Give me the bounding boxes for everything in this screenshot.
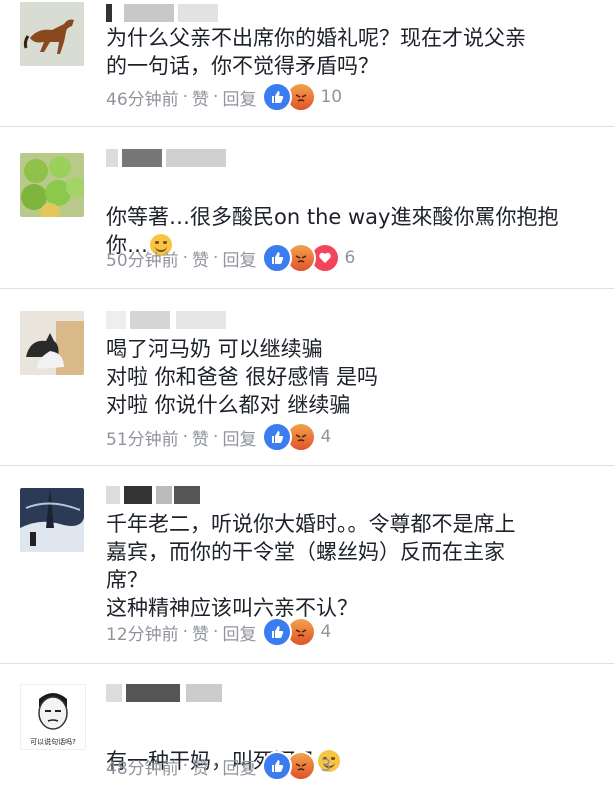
- like-reaction-icon: [262, 751, 293, 781]
- commenter-name-redacted[interactable]: [106, 149, 236, 167]
- separator-dot: ·: [182, 622, 189, 642]
- reactions-summary[interactable]: 4: [262, 617, 331, 647]
- separator-dot: ·: [213, 622, 219, 642]
- like-reaction-icon: [262, 82, 293, 112]
- reaction-count: 6: [344, 248, 356, 268]
- separator-dot: ·: [213, 87, 219, 107]
- like-reaction-icon: [262, 243, 293, 273]
- commenter-name-redacted[interactable]: [106, 486, 236, 504]
- reaction-count: 3: [320, 756, 332, 776]
- comment-meta: 50分钟前 · 赞 · 回复 6: [106, 243, 355, 273]
- cat-image: [20, 311, 84, 375]
- reactions-summary[interactable]: 10: [262, 82, 342, 112]
- like-button[interactable]: 赞: [192, 620, 209, 645]
- timestamp: 50分钟前: [106, 250, 179, 271]
- avatar-caption: 可以说句话吗?: [30, 738, 76, 746]
- limes-image: [20, 153, 84, 217]
- separator-dot: ·: [182, 248, 189, 268]
- timestamp: 46分钟前: [106, 89, 179, 110]
- comment-meta: 12分钟前 · 赞 · 回复 4: [106, 617, 331, 647]
- separator-dot: ·: [182, 427, 189, 447]
- comment-5: 可以说句话吗? 有一种干妈，叫死河马 48分钟前 · 赞 · 回复 3: [0, 664, 614, 800]
- separator-dot: ·: [213, 248, 219, 268]
- avatar-cat[interactable]: [20, 311, 84, 375]
- timestamp: 48分钟前: [106, 758, 179, 779]
- comment-3: 喝了河马奶 可以继续骗 对啦 你和爸爸 很好感情 是吗 对啦 你说什么都对 继续…: [0, 289, 614, 466]
- separator-dot: ·: [182, 87, 189, 107]
- commenter-name-redacted[interactable]: [106, 311, 236, 329]
- like-button[interactable]: 赞: [192, 85, 209, 110]
- reply-button[interactable]: 回复: [222, 85, 256, 110]
- timestamp: 51分钟前: [106, 429, 179, 450]
- reply-button[interactable]: 回复: [222, 620, 256, 645]
- separator-dot: ·: [213, 427, 219, 447]
- reactions-summary[interactable]: 3: [262, 751, 331, 781]
- comment-2: 你等著…很多酸民on the way進來酸你罵你抱抱 你… 50分钟前 · 赞 …: [0, 127, 614, 289]
- like-button[interactable]: 赞: [192, 425, 209, 450]
- comment-text: 千年老二，听说你大婚时。。令尊都不是席上 嘉宾，而你的干令堂（螺丝妈）反而在主家…: [106, 512, 516, 620]
- horse-image: [20, 2, 84, 66]
- avatar-horse[interactable]: [20, 2, 84, 66]
- reply-button[interactable]: 回复: [222, 425, 256, 450]
- like-button[interactable]: 赞: [192, 246, 209, 271]
- separator-dot: ·: [182, 756, 189, 776]
- reply-button[interactable]: 回复: [222, 246, 256, 271]
- avatar-limes[interactable]: [20, 153, 84, 217]
- avatar-meme[interactable]: 可以说句话吗?: [20, 684, 86, 750]
- like-reaction-icon: [262, 422, 293, 452]
- separator-dot: ·: [213, 756, 219, 776]
- comment-4: 千年老二，听说你大婚时。。令尊都不是席上 嘉宾，而你的干令堂（螺丝妈）反而在主家…: [0, 466, 614, 664]
- reaction-count: 4: [320, 622, 332, 642]
- reaction-count: 10: [320, 87, 343, 107]
- like-button[interactable]: 赞: [192, 754, 209, 779]
- reply-button[interactable]: 回复: [222, 754, 256, 779]
- comment-meta: 48分钟前 · 赞 · 回复 3: [106, 751, 331, 781]
- reactions-summary[interactable]: 6: [262, 243, 355, 273]
- reactions-summary[interactable]: 4: [262, 422, 331, 452]
- snow-image: [20, 488, 84, 552]
- like-reaction-icon: [262, 617, 293, 647]
- comment-text: 为什么父亲不出席你的婚礼呢？现在才说父亲 的一句话，你不觉得矛盾吗？: [106, 26, 526, 78]
- commenter-name-redacted[interactable]: [106, 684, 236, 702]
- comment-1: 为什么父亲不出席你的婚礼呢？现在才说父亲 的一句话，你不觉得矛盾吗？ 46分钟前…: [0, 0, 614, 127]
- commenter-name-redacted[interactable]: [106, 4, 236, 22]
- comment-meta: 51分钟前 · 赞 · 回复 4: [106, 422, 331, 452]
- comment-text: 喝了河马奶 可以继续骗 对啦 你和爸爸 很好感情 是吗 对啦 你说什么都对 继续…: [106, 337, 379, 417]
- timestamp: 12分钟前: [106, 624, 179, 645]
- reaction-count: 4: [320, 427, 332, 447]
- comment-meta: 46分钟前 · 赞 · 回复 10: [106, 82, 342, 112]
- avatar-snow[interactable]: [20, 488, 84, 552]
